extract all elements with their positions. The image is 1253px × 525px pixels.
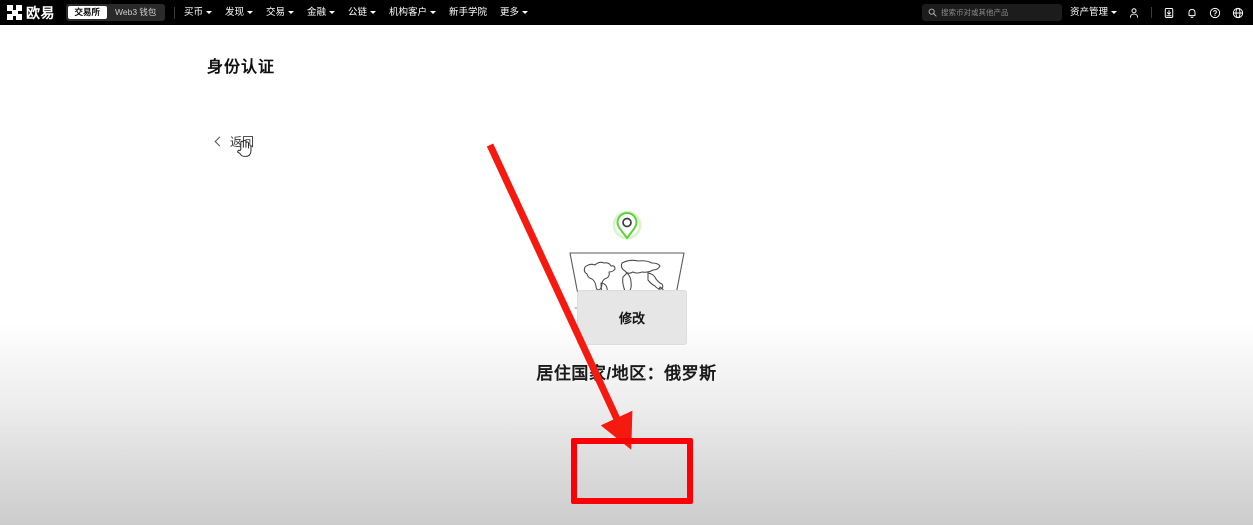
menu-item-institutional[interactable]: 机构客户 <box>389 6 437 18</box>
chevron-down-icon <box>1111 11 1117 14</box>
chevron-down-icon <box>246 11 253 14</box>
modify-button[interactable]: 修改 <box>577 290 687 345</box>
menu-label: 更多 <box>500 6 520 18</box>
menu-label: 机构客户 <box>389 6 428 18</box>
product-switch[interactable]: 交易所 Web3 钱包 <box>66 4 165 21</box>
language-globe-icon[interactable] <box>1232 7 1244 19</box>
chevron-down-icon <box>205 11 212 14</box>
nav-divider <box>1151 7 1152 18</box>
nav-divider <box>173 6 175 19</box>
chevron-down-icon <box>430 11 437 14</box>
main-menu: 买币 发现 交易 金融 公链 机构客户 新手学院 更多 <box>184 6 529 18</box>
menu-item-public-chain[interactable]: 公链 <box>348 6 377 18</box>
chevron-down-icon <box>287 11 294 14</box>
menu-item-trade[interactable]: 交易 <box>266 8 294 18</box>
menu-label: 公链 <box>348 6 368 18</box>
chevron-left-icon <box>214 136 225 146</box>
brand-logo[interactable]: 欧易 <box>0 5 55 20</box>
chevron-down-icon <box>370 11 377 14</box>
menu-item-buy-crypto[interactable]: 买币 <box>184 8 212 18</box>
toggle-exchange[interactable]: 交易所 <box>67 5 108 20</box>
brand-name: 欧易 <box>26 4 55 21</box>
help-circle-icon[interactable] <box>1209 7 1221 19</box>
menu-label: 买币 <box>183 6 203 18</box>
menu-label: 交易 <box>265 6 285 18</box>
menu-item-academy[interactable]: 新手学院 <box>449 8 487 18</box>
search-icon <box>928 8 937 17</box>
back-link-label: 返回 <box>230 135 255 149</box>
okx-logo-icon <box>7 5 22 20</box>
menu-label: 新手学院 <box>449 6 488 18</box>
residence-country-text: 居住国家/地区：俄罗斯 <box>536 364 717 383</box>
user-account-icon[interactable] <box>1128 7 1140 19</box>
page-title: 身份认证 <box>207 59 276 76</box>
toggle-web3-wallet[interactable]: Web3 钱包 <box>108 6 163 20</box>
menu-label: 金融 <box>306 6 326 18</box>
back-link[interactable]: 返回 <box>214 133 255 150</box>
global-search[interactable] <box>921 4 1062 21</box>
chevron-down-icon <box>329 11 335 14</box>
download-app-icon[interactable] <box>1163 7 1175 19</box>
top-navigation-bar: 欧易 交易所 Web3 钱包 买币 发现 交易 金融 公链 机构客户 新手学院 … <box>0 0 1253 25</box>
nav-right-group: 资产管理 <box>1070 7 1253 19</box>
asset-management-menu[interactable]: 资产管理 <box>1070 8 1117 18</box>
menu-item-finance[interactable]: 金融 <box>307 8 335 18</box>
menu-item-discover[interactable]: 发现 <box>225 8 253 18</box>
menu-item-more[interactable]: 更多 <box>500 6 529 18</box>
asset-management-label: 资产管理 <box>1069 6 1108 18</box>
main-content: 身份认证 返回 居住国家/地区：俄罗斯 修改 <box>0 25 1253 525</box>
search-input[interactable] <box>940 8 1056 17</box>
notification-bell-icon[interactable] <box>1186 7 1198 19</box>
chevron-down-icon <box>522 11 529 14</box>
menu-label: 发现 <box>224 6 244 18</box>
